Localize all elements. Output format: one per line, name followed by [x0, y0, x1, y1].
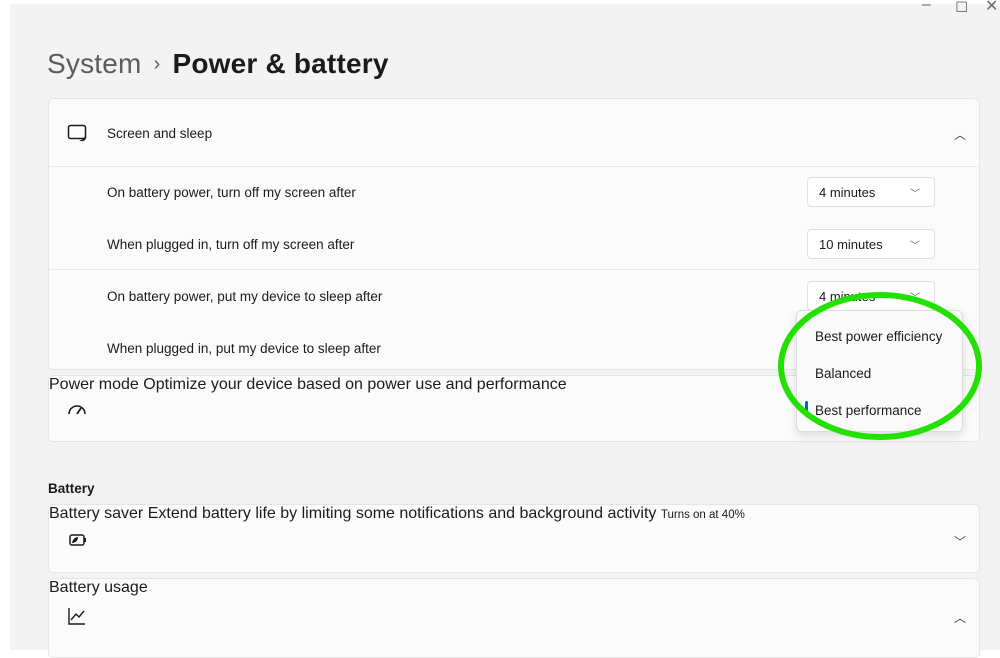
screen-sleep-title: Screen and sleep — [107, 126, 213, 141]
power-mode-title: Power mode — [49, 376, 139, 393]
battery-saver-subtitle: Extend battery life by limiting some not… — [147, 505, 657, 522]
power-mode-subtitle: Optimize your device based on power use … — [143, 376, 567, 393]
chevron-down-icon[interactable]: ﹀ — [954, 533, 966, 550]
breadcrumb-system[interactable]: System — [47, 48, 142, 79]
battery-usage-title: Battery usage — [49, 579, 148, 596]
setting-label: When plugged in, turn off my screen afte… — [107, 237, 355, 252]
close-icon[interactable]: ✕ — [985, 0, 998, 16]
battery-screen-off-select[interactable]: 4 minutes ﹀ — [807, 177, 935, 207]
chevron-up-icon[interactable]: ︿ — [954, 609, 966, 626]
setting-row-battery-screen-off: On battery power, turn off my screen aft… — [49, 167, 979, 217]
chevron-up-icon[interactable]: ︿ — [954, 126, 966, 143]
selection-indicator — [805, 401, 808, 417]
speedometer-icon — [68, 405, 86, 415]
line-chart-icon — [68, 608, 85, 625]
plugged-screen-off-select[interactable]: 10 minutes ﹀ — [807, 229, 935, 259]
battery-usage-card[interactable]: Battery usage ︿ — [48, 578, 980, 658]
chevron-down-icon: ﹀ — [910, 293, 920, 304]
screen-sleep-header[interactable]: Screen and sleep ︿ — [49, 99, 979, 166]
battery-saver-status: Turns on at 40% — [660, 509, 745, 521]
breadcrumb: System › Power & battery — [47, 48, 389, 80]
power-mode-option-balanced[interactable]: Balanced — [815, 366, 871, 381]
breadcrumb-separator: › — [153, 53, 161, 75]
page-title: Power & battery — [172, 48, 389, 79]
setting-label: On battery power, turn off my screen aft… — [107, 185, 356, 200]
battery-leaf-icon — [69, 534, 86, 546]
power-mode-option-efficiency[interactable]: Best power efficiency — [815, 329, 942, 344]
chevron-down-icon: ﹀ — [910, 189, 920, 200]
battery-sleep-select[interactable]: 4 minutes ﹀ — [807, 281, 935, 311]
battery-saver-card[interactable]: Battery saver Extend battery life by lim… — [48, 504, 980, 573]
screen-sleep-icon — [67, 124, 87, 142]
chevron-down-icon: ﹀ — [910, 241, 920, 252]
battery-saver-title: Battery saver — [49, 505, 144, 522]
setting-label: When plugged in, put my device to sleep … — [107, 341, 381, 356]
setting-row-plugged-screen-off: When plugged in, turn off my screen afte… — [49, 217, 979, 269]
select-value: 4 minutes — [819, 185, 876, 200]
power-mode-dropdown: Best power efficiency Balanced Best perf… — [796, 310, 963, 432]
select-value: 10 minutes — [819, 237, 883, 252]
setting-label: On battery power, put my device to sleep… — [107, 289, 383, 304]
power-mode-option-performance[interactable]: Best performance — [815, 403, 922, 418]
minimize-icon[interactable]: – — [922, 0, 931, 14]
maximize-icon[interactable]: ◻ — [955, 0, 968, 16]
battery-section-heading: Battery — [48, 481, 95, 496]
select-value: 4 minutes — [819, 289, 876, 304]
